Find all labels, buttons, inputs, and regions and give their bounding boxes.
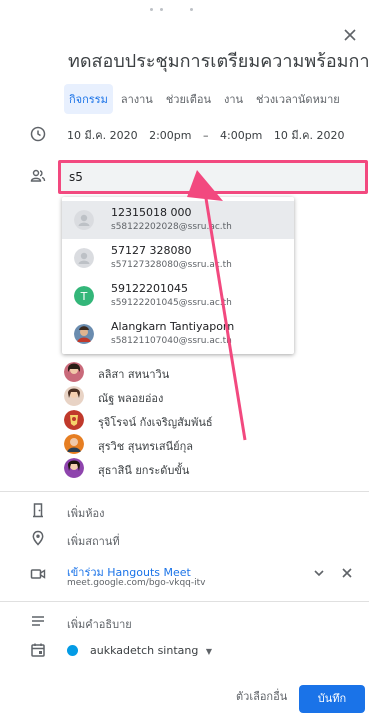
top-handle <box>0 0 369 18</box>
people-icon <box>30 169 46 182</box>
guest-avatar <box>64 362 84 382</box>
suggestion-email: s57127328080@ssru.ac.th <box>111 260 232 270</box>
add-description[interactable]: เพิ่มคำอธิบาย <box>67 615 132 633</box>
guest-item[interactable]: รุจิโรจน์ กังเจริญสัมพันธ์ <box>64 408 324 432</box>
add-room[interactable]: เพิ่มห้อง <box>67 504 105 522</box>
tab-task[interactable]: งาน <box>219 84 248 114</box>
suggestion-name: 59122201045 <box>111 282 188 295</box>
remove-meet-close-icon[interactable] <box>340 566 354 580</box>
add-guests-input-box <box>58 160 368 194</box>
suggestion-name: 12315018 000 <box>111 206 192 219</box>
guest-avatar <box>64 434 84 454</box>
guest-avatar <box>64 386 84 406</box>
suggestion-item[interactable]: 12315018 000 s58122202028@ssru.ac.th <box>62 201 294 239</box>
guest-avatar <box>64 458 84 478</box>
datetime-row: 10 มี.ค. 2020 2:00pm – 4:00pm 10 มี.ค. 2… <box>67 126 353 144</box>
more-options-button[interactable]: ตัวเลือกอื่น <box>236 687 287 705</box>
calendar-color-dot <box>67 645 78 656</box>
calendar-owner-name: aukkadetch sintang <box>90 644 199 657</box>
person-placeholder-icon <box>74 248 94 268</box>
door-icon <box>33 503 43 518</box>
divider <box>0 601 369 602</box>
calendar-owner-select[interactable]: aukkadetch sintang ▼ <box>90 644 212 657</box>
guest-avatar <box>64 410 84 430</box>
close-icon[interactable] <box>341 26 359 44</box>
start-time[interactable]: 2:00pm <box>149 129 191 142</box>
photo-avatar <box>74 324 94 344</box>
event-editor-panel: ทดสอบประชุมการเตรียมความพร้อมการจัด กิจก… <box>0 0 369 717</box>
guest-item[interactable]: สุรวิช สุนทรเสนีย์กุล <box>64 432 324 456</box>
tab-appointment-slots[interactable]: ช่วงเวลานัดหมาย <box>251 84 345 114</box>
chevron-down-icon[interactable] <box>312 566 326 580</box>
end-time[interactable]: 4:00pm <box>220 129 262 142</box>
guest-name: สุรวิช สุนทรเสนีย์กุล <box>98 440 193 453</box>
end-date[interactable]: 10 มี.ค. 2020 <box>274 129 345 142</box>
guest-name: ลลิสา สหนาวิน <box>98 368 170 381</box>
guest-name: ณัฐ พลอยอ่อง <box>98 392 164 405</box>
dot <box>150 8 153 11</box>
suggestion-name: Alangkarn Tantiyaporn <box>111 320 235 333</box>
guest-suggestions-dropdown: 12315018 000 s58122202028@ssru.ac.th 571… <box>62 197 294 354</box>
suggestion-email: s58122202028@ssru.ac.th <box>111 222 232 232</box>
avatar-letter: T <box>80 290 88 303</box>
dot <box>160 8 163 11</box>
description-lines-icon <box>32 616 44 626</box>
suggestion-email: s58121107040@ssru.ac.th <box>111 336 232 346</box>
guest-name: สุธาสินี ยกระดับขั้น <box>98 464 190 477</box>
video-camera-icon <box>30 569 46 579</box>
clock-icon <box>30 126 46 142</box>
letter-avatar: T <box>74 286 94 306</box>
event-type-tabs: กิจกรรม ลางาน ช่วยเตือน งาน ช่วงเวลานัดห… <box>64 84 348 114</box>
event-title[interactable]: ทดสอบประชุมการเตรียมความพร้อมการจัด <box>68 46 368 75</box>
calendar-icon <box>31 643 45 657</box>
add-guests-input[interactable] <box>61 163 357 191</box>
suggestion-item[interactable]: Alangkarn Tantiyaporn s58121107040@ssru.… <box>62 315 294 353</box>
divider <box>0 491 369 492</box>
guest-item[interactable]: ลลิสา สหนาวิน <box>64 360 324 384</box>
time-separator: – <box>203 129 209 142</box>
guest-item[interactable]: สุธาสินี ยกระดับขั้น <box>64 456 324 480</box>
guest-item[interactable]: ณัฐ พลอยอ่อง <box>64 384 324 408</box>
start-date[interactable]: 10 มี.ค. 2020 <box>67 129 138 142</box>
guest-name: รุจิโรจน์ กังเจริญสัมพันธ์ <box>98 416 213 429</box>
add-location[interactable]: เพิ่มสถานที่ <box>67 532 120 550</box>
tab-reminder[interactable]: ช่วยเตือน <box>161 84 216 114</box>
save-button[interactable]: บันทึก <box>299 685 365 713</box>
location-pin-icon <box>32 530 44 546</box>
tab-leave[interactable]: ลางาน <box>116 84 158 114</box>
meet-url: meet.google.com/bgo-vkqq-itv <box>67 578 206 588</box>
dropdown-triangle-icon: ▼ <box>205 647 213 656</box>
suggestion-item[interactable]: 57127 328080 s57127328080@ssru.ac.th <box>62 239 294 277</box>
suggestion-name: 57127 328080 <box>111 244 192 257</box>
suggestion-email: s59122201045@ssru.ac.th <box>111 298 232 308</box>
dot <box>190 8 193 11</box>
person-placeholder-icon <box>74 210 94 230</box>
tab-event[interactable]: กิจกรรม <box>64 84 113 114</box>
suggestion-item[interactable]: T 59122201045 s59122201045@ssru.ac.th <box>62 277 294 315</box>
